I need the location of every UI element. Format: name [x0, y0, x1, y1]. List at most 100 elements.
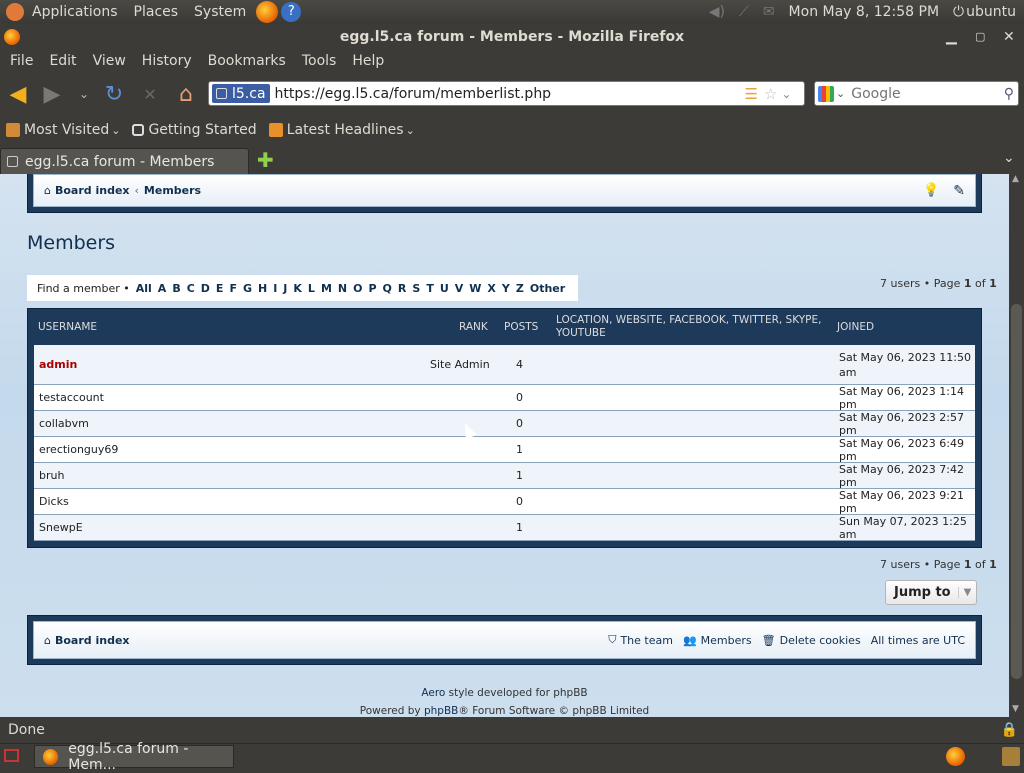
letter-filter-c[interactable]: C — [187, 282, 195, 295]
letter-filter-x[interactable]: X — [487, 282, 495, 295]
taskbar-firefox-item[interactable]: egg.l5.ca forum - Mem... — [34, 741, 234, 773]
member-username[interactable]: bruh — [39, 463, 64, 488]
letter-filter-all[interactable]: All — [136, 282, 152, 295]
tab-list-icon[interactable]: ⌄ — [1003, 150, 1015, 166]
menu-file[interactable]: File — [2, 53, 41, 69]
breadcrumb-members[interactable]: Members — [144, 184, 201, 197]
lock-icon[interactable]: 🔒 — [1001, 722, 1018, 738]
firefox-launcher-icon[interactable] — [256, 1, 279, 23]
url-bar[interactable]: l5.ca ☰ ☆ ⌄ — [208, 81, 805, 106]
volume-icon[interactable]: ◀) — [702, 4, 732, 20]
scroll-up-icon[interactable]: ▲ — [1012, 174, 1019, 184]
search-bar[interactable]: ⌄ ⚲ — [814, 81, 1019, 106]
member-username[interactable]: admin — [39, 345, 77, 384]
menu-help[interactable]: Help — [344, 53, 392, 69]
rss-feed-icon[interactable]: ☰ — [745, 85, 758, 103]
show-desktop-icon[interactable] — [4, 749, 19, 762]
firefox-tray-icon[interactable] — [946, 747, 965, 766]
letter-filter-h[interactable]: H — [258, 282, 267, 295]
close-icon[interactable]: ✕ — [1003, 24, 1015, 50]
site-identity-button[interactable]: l5.ca — [212, 84, 270, 103]
letter-filter-t[interactable]: T — [426, 282, 434, 295]
letter-filter-i[interactable]: I — [273, 282, 277, 295]
bookmark-latest-headlines[interactable]: Latest Headlines ⌄ — [263, 122, 421, 138]
clock[interactable]: Mon May 8, 12:58 PM — [782, 4, 947, 20]
user-name[interactable]: ubuntu — [966, 4, 1024, 20]
letter-filter-j[interactable]: J — [283, 282, 287, 295]
url-input[interactable] — [274, 85, 735, 102]
tab-members[interactable]: egg.l5.ca forum - Members — [0, 148, 249, 174]
bookmark-most-visited[interactable]: Most Visited ⌄ — [0, 122, 126, 138]
letter-filter-k[interactable]: K — [293, 282, 302, 295]
letter-filter-z[interactable]: Z — [516, 282, 524, 295]
letter-filter-f[interactable]: F — [229, 282, 237, 295]
letter-filter-p[interactable]: P — [368, 282, 376, 295]
delete-cookies-link[interactable]: Delete cookies — [780, 634, 861, 647]
col-username[interactable]: Username — [38, 321, 97, 333]
reload-icon[interactable]: ↻ — [100, 80, 128, 108]
members-link[interactable]: Members — [701, 634, 752, 647]
url-dropdown-icon[interactable]: ⌄ — [781, 87, 791, 101]
page-scrollbar[interactable]: ▲ ▼ — [1009, 174, 1024, 717]
letter-filter-other[interactable]: Other — [530, 282, 565, 295]
menu-bookmarks[interactable]: Bookmarks — [200, 53, 294, 69]
phpbb-link[interactable]: phpBB — [424, 705, 458, 717]
letter-filter-y[interactable]: Y — [502, 282, 510, 295]
col-posts[interactable]: Posts — [504, 321, 538, 333]
forward-icon[interactable]: ▶ — [38, 80, 66, 108]
letter-filter-q[interactable]: Q — [383, 282, 392, 295]
menu-edit[interactable]: Edit — [41, 53, 84, 69]
letter-filter-s[interactable]: S — [412, 282, 420, 295]
trash-icon[interactable] — [1002, 747, 1020, 766]
col-rank[interactable]: Rank — [459, 321, 488, 333]
search-engine-dropdown-icon[interactable]: ⌄ — [836, 87, 845, 100]
bookmark-star-icon[interactable]: ☆ — [764, 85, 777, 103]
letter-filter-l[interactable]: L — [308, 282, 315, 295]
menu-applications[interactable]: Applications — [24, 0, 126, 24]
footer-board-index[interactable]: Board index — [55, 634, 130, 647]
menu-view[interactable]: View — [85, 53, 134, 69]
member-username[interactable]: collabvm — [39, 411, 89, 436]
letter-filter-v[interactable]: V — [455, 282, 464, 295]
history-dropdown-icon[interactable]: ⌄ — [70, 80, 98, 108]
letter-filter-g[interactable]: G — [243, 282, 252, 295]
network-icon[interactable]: ⟋ — [732, 4, 756, 20]
col-joined[interactable]: Joined — [837, 321, 874, 333]
letter-filter-a[interactable]: A — [158, 282, 167, 295]
new-tab-icon[interactable]: ✚ — [257, 148, 274, 172]
minimize-icon[interactable]: ▁ — [946, 24, 957, 50]
menu-system[interactable]: System — [186, 0, 254, 24]
member-username[interactable]: erectionguy69 — [39, 437, 118, 462]
the-team-link[interactable]: The team — [620, 634, 673, 647]
scrollbar-thumb[interactable] — [1011, 304, 1022, 679]
menu-tools[interactable]: Tools — [294, 53, 345, 69]
letter-filter-o[interactable]: O — [353, 282, 362, 295]
letter-filter-u[interactable]: U — [440, 282, 449, 295]
brush-icon[interactable]: ✎ — [953, 183, 965, 199]
jump-to-button[interactable]: Jump to ▼ — [885, 580, 977, 605]
search-input[interactable] — [851, 85, 992, 102]
search-icon[interactable]: ⚲ — [1004, 86, 1014, 102]
breadcrumb-board-index[interactable]: Board index — [55, 184, 130, 197]
mail-icon[interactable]: ✉ — [756, 4, 782, 20]
member-username[interactable]: testaccount — [39, 385, 104, 410]
letter-filter-e[interactable]: E — [216, 282, 224, 295]
member-username[interactable]: Dicks — [39, 489, 69, 514]
back-icon[interactable]: ◀ — [4, 80, 32, 108]
letter-filter-r[interactable]: R — [398, 282, 406, 295]
member-username[interactable]: SnewpE — [39, 515, 83, 540]
maximize-icon[interactable]: ▢ — [975, 24, 985, 50]
scroll-down-icon[interactable]: ▼ — [1012, 704, 1019, 714]
letter-filter-w[interactable]: W — [469, 282, 481, 295]
power-icon[interactable]: ⏻ — [946, 4, 966, 20]
lightbulb-icon[interactable]: 💡 — [923, 183, 939, 198]
menu-places[interactable]: Places — [126, 0, 187, 24]
letter-filter-b[interactable]: B — [172, 282, 180, 295]
aero-link[interactable]: Aero — [421, 687, 445, 699]
bookmark-getting-started[interactable]: Getting Started — [126, 122, 262, 138]
letter-filter-n[interactable]: N — [338, 282, 347, 295]
menu-history[interactable]: History — [134, 53, 200, 69]
stop-icon[interactable]: ✕ — [136, 80, 164, 108]
google-logo-icon[interactable] — [818, 85, 834, 102]
ubuntu-logo-icon[interactable] — [6, 3, 24, 21]
